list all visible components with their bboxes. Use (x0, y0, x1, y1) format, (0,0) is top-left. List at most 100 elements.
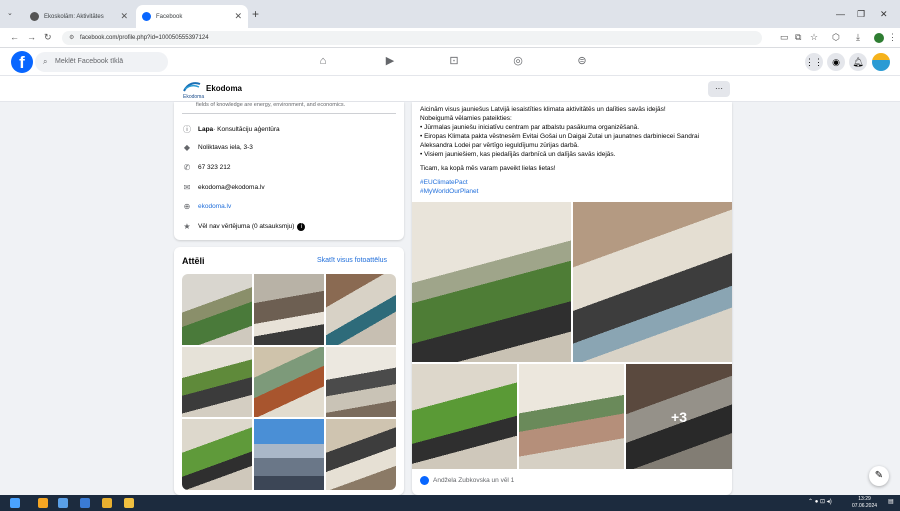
intro-rating-row: ★ Vēl nav vērtējuma (0 atsauksmju) i (182, 222, 306, 231)
reactions-text: Andžela Zubkovska un vēl 1 (433, 477, 515, 484)
explorer-icon[interactable] (38, 498, 48, 508)
post-photo[interactable] (573, 202, 732, 362)
facebook-logo-icon[interactable]: f (11, 51, 33, 73)
phone-text: 67 323 212 (198, 164, 231, 171)
clock-date: 07.06.2024 (852, 503, 878, 509)
search-icon: ⌕ (43, 57, 48, 66)
info-icon: ⓘ (183, 125, 191, 134)
tab-label: Ekoskolām: Aktivitātes (44, 13, 104, 20)
search-placeholder: Meklēt Facebook tīklā (55, 58, 124, 65)
facebook-header: f ⌕ Meklēt Facebook tīklā ⌂ ▶ ⊡ ◎ ⊜ ⋮⋮ ◉… (0, 48, 900, 76)
intro-email-row: ✉ ekodoma@ekodoma.lv (182, 183, 265, 192)
photo-thumbnail[interactable] (182, 274, 252, 345)
search-input[interactable]: ⌕ Meklēt Facebook tīklā (35, 52, 168, 72)
post-text-line: Aleksandra Lodei par vērtīgo ieguldījumu… (420, 142, 579, 149)
video-icon[interactable]: ▶ (383, 54, 397, 68)
post-photo[interactable] (412, 364, 517, 469)
post-photo-grid: +3 (412, 202, 732, 470)
post-text-line: • Eiropas Klimata pakta vēstnesēm Evitai… (420, 133, 700, 140)
back-icon[interactable]: ← (10, 32, 19, 42)
photo-thumbnail[interactable] (326, 346, 396, 418)
page-header: Ekodoma Ekodoma ··· (0, 76, 900, 102)
photo-thumbnail[interactable] (326, 419, 396, 490)
groups-icon[interactable]: ◎ (511, 54, 525, 68)
hashtag-link[interactable]: #MyWorldOurPlanet (420, 188, 478, 195)
web-icon: ⊕ (183, 202, 191, 211)
more-photos-overlay[interactable]: +3 (626, 364, 732, 469)
hashtag-link[interactable]: #EUClimatePact (420, 179, 468, 186)
photo-thumbnail[interactable] (182, 346, 252, 418)
tab-facebook[interactable]: Facebook ✕ (136, 5, 248, 28)
close-tab-icon[interactable]: ✕ (120, 11, 128, 22)
forward-icon[interactable]: → (27, 32, 36, 42)
intro-card: fields of knowledge are energy, environm… (174, 102, 404, 240)
photo-thumbnail[interactable] (254, 346, 324, 418)
app-icon[interactable] (80, 498, 90, 508)
post-photo[interactable] (412, 202, 571, 362)
tab-search-icon[interactable]: ⌄ (7, 9, 13, 17)
clock[interactable]: 13:29 07.06.2024 (852, 496, 877, 510)
translate-icon[interactable]: ⧉ (795, 32, 801, 43)
location-icon: ◆ (183, 143, 191, 152)
globe-icon (30, 12, 39, 21)
restore-icon[interactable]: ❐ (857, 9, 865, 20)
page-name[interactable]: Ekodoma (206, 84, 242, 93)
address-text: Noliktavas iela, 3-3 (198, 144, 253, 151)
photo-thumbnail[interactable] (254, 419, 324, 490)
window-close-icon[interactable]: ✕ (880, 9, 888, 20)
website-link[interactable]: ekodoma.lv (198, 203, 231, 210)
start-icon[interactable] (10, 498, 20, 508)
tab-ekoskolam[interactable]: Ekoskolām: Aktivitātes ✕ (24, 5, 134, 28)
more-options-button[interactable]: ··· (708, 81, 730, 97)
minimize-icon[interactable]: — (836, 9, 845, 19)
profile-icon[interactable] (874, 33, 884, 43)
home-icon[interactable]: ⌂ (316, 54, 330, 68)
post-photo[interactable]: +3 (626, 364, 732, 469)
gaming-icon[interactable]: ⊜ (575, 54, 589, 68)
star-icon[interactable]: ☆ (810, 32, 818, 43)
post-text-line: Ticam, ka kopā mēs varam paveikt lielas … (420, 165, 556, 172)
marketplace-icon[interactable]: ⊡ (447, 54, 461, 68)
download-icon[interactable]: ⤓ (856, 32, 860, 43)
reload-icon[interactable]: ↻ (44, 32, 52, 43)
category-value: · Konsultāciju aģentūra (213, 126, 280, 133)
reactions-summary[interactable]: Andžela Zubkovska un vēl 1 (420, 476, 514, 485)
page-logo-text: Ekodoma (183, 94, 205, 100)
folder-icon[interactable] (124, 498, 134, 508)
intro-address-row: ◆ Noliktavas iela, 3-3 (182, 143, 253, 152)
extensions-icon[interactable]: ⬡ (832, 32, 840, 43)
tab-label: Facebook (156, 13, 183, 20)
apps-grid-icon[interactable]: ⋮⋮ (805, 53, 823, 71)
photo-thumbnail[interactable] (254, 274, 324, 345)
photo-thumbnail[interactable] (182, 419, 252, 490)
intro-phone-row: ✆ 67 323 212 (182, 163, 231, 172)
post-text-line: Nobeigumā vēlamies pateikties: (420, 115, 512, 122)
messenger-icon[interactable]: ◉ (827, 53, 845, 71)
cast-icon[interactable]: ▭ (780, 32, 789, 43)
phone-icon: ✆ (183, 163, 191, 172)
photo-thumbnail[interactable] (326, 274, 396, 345)
post-card: Aicinām visus jauniešus Latvijā iesaistī… (412, 102, 732, 495)
browser-tab-bar: ⌄ Ekoskolām: Aktivitātes ✕ Facebook ✕ + … (0, 0, 900, 28)
post-text-line: • Jūrmalas jauniešu iniciatīvu centram p… (420, 124, 640, 131)
tray-icons[interactable]: ⌃ ● ⊡ ◂) (808, 498, 832, 505)
new-tab-icon[interactable]: + (252, 7, 259, 21)
close-tab-icon[interactable]: ✕ (234, 11, 242, 22)
url-field[interactable]: ⚙ facebook.com/profile.php?id=1000505553… (62, 31, 762, 45)
account-avatar[interactable] (872, 53, 890, 71)
site-info-icon[interactable]: ⚙ (69, 31, 74, 45)
notification-center-icon[interactable]: ▤ (888, 498, 894, 505)
see-all-photos-link[interactable]: Skatīt visus fotoattēlus (317, 257, 387, 264)
post-text-line: • Visiem jauniešiem, kas piedalījās darb… (420, 151, 616, 158)
notifications-icon[interactable]: 🔔︎ (849, 53, 867, 71)
rating-info-icon[interactable]: i (297, 222, 306, 231)
intro-text: fields of knowledge are energy, environm… (196, 102, 346, 108)
edit-icon[interactable]: ✎ (869, 466, 889, 486)
post-text-line: Aicinām visus jauniešus Latvijā iesaistī… (420, 106, 666, 113)
url-text: facebook.com/profile.php?id=100050555397… (80, 35, 209, 41)
post-photo[interactable] (519, 364, 624, 469)
chrome-icon[interactable] (102, 498, 112, 508)
email-text[interactable]: ekodoma@ekodoma.lv (198, 184, 265, 191)
menu-icon[interactable]: ⋮ (888, 32, 897, 43)
app-icon[interactable] (58, 498, 68, 508)
